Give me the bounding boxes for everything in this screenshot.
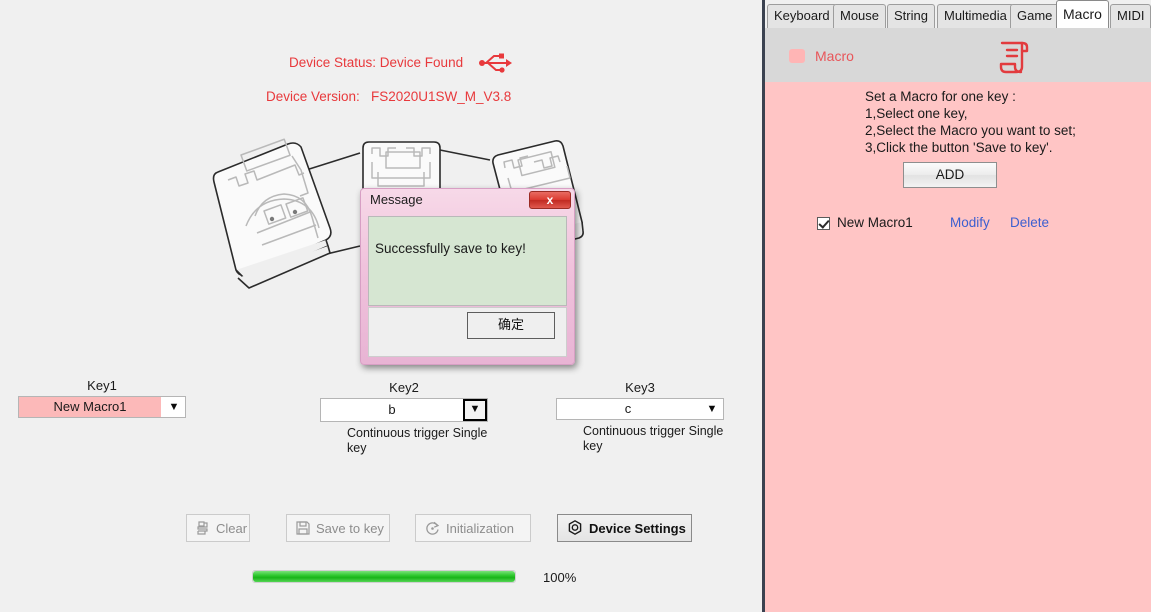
bottom-toolbar: Clear Save to key Initialization Device … <box>186 512 706 544</box>
key-group-1: Key1 New Macro1 ▼ <box>18 378 186 418</box>
chevron-down-icon[interactable]: ▼ <box>163 397 185 417</box>
key1-dropdown[interactable]: New Macro1 ▼ <box>18 396 186 418</box>
progress-bar-fill <box>253 571 515 582</box>
device-settings-button-label: Device Settings <box>589 520 686 536</box>
tab-macro[interactable]: Macro <box>1056 0 1109 28</box>
tab-multimedia[interactable]: Multimedia <box>937 4 1014 28</box>
dialog-message-text: Successfully save to key! <box>375 241 526 256</box>
scroll-document-icon <box>999 41 1029 74</box>
save-to-key-button-label: Save to key <box>316 520 384 536</box>
macro-list-item: New Macro1 Modify Delete <box>817 215 1137 235</box>
clear-button-label: Clear <box>216 520 248 536</box>
progress-percent-label: 100% <box>543 570 577 585</box>
main-panel: Device Status: Device Found Device Versi… <box>0 0 762 612</box>
tab-keyboard[interactable]: Keyboard <box>767 4 837 28</box>
modify-link[interactable]: Modify <box>950 215 990 230</box>
key-group-3: Key3 c ▼ Continuous trigger Single key <box>556 380 724 454</box>
device-version-value: FS2020U1SW_M_V3.8 <box>371 89 512 104</box>
clear-button[interactable]: Clear <box>186 514 250 542</box>
add-button[interactable]: ADD <box>903 162 997 188</box>
key2-dropdown[interactable]: b ▼ <box>320 398 488 422</box>
message-dialog: Message x Successfully save to key! 确定 <box>360 188 575 365</box>
progress-bar <box>252 570 516 583</box>
key2-label: Key2 <box>389 380 419 395</box>
gear-nut-icon <box>568 520 582 535</box>
key2-note: Continuous trigger Single key <box>347 426 488 455</box>
device-settings-button[interactable]: Device Settings <box>557 514 692 542</box>
key3-label: Key3 <box>625 380 655 395</box>
macro-name-label: New Macro1 <box>837 215 913 230</box>
brush-icon <box>197 521 208 535</box>
delete-link[interactable]: Delete <box>1010 215 1049 230</box>
refresh-icon <box>426 521 440 535</box>
key1-label: Key1 <box>87 378 117 393</box>
usb-icon <box>479 53 512 73</box>
floppy-disk-icon <box>296 521 310 535</box>
tab-game[interactable]: Game <box>1010 4 1060 28</box>
tab-string[interactable]: String <box>887 4 935 28</box>
key3-value: c <box>624 401 632 416</box>
panel-header: Macro <box>765 28 1151 82</box>
initialization-button[interactable]: Initialization <box>415 514 531 542</box>
key3-dropdown[interactable]: c ▼ <box>556 398 724 420</box>
save-to-key-button[interactable]: Save to key <box>286 514 390 542</box>
chevron-down-icon[interactable]: ▼ <box>701 399 723 419</box>
device-version-label: Device Version: <box>266 89 360 104</box>
key3-note: Continuous trigger Single key <box>583 424 724 453</box>
right-panel: Keyboard Mouse String Multimedia Game Ma… <box>765 0 1151 612</box>
key1-value: New Macro1 <box>19 397 161 417</box>
key-group-2: Key2 b ▼ Continuous trigger Single key <box>320 380 488 456</box>
chevron-down-icon[interactable]: ▼ <box>463 399 487 421</box>
dialog-titlebar[interactable]: Message x <box>360 188 575 214</box>
tab-strip: Keyboard Mouse String Multimedia Game Ma… <box>765 0 1151 29</box>
device-status-text: Device Status: Device Found <box>289 55 464 70</box>
panel-header-title: Macro <box>815 48 854 64</box>
dialog-title: Message <box>370 192 423 207</box>
close-icon[interactable]: x <box>529 191 571 209</box>
tab-midi[interactable]: MIDI <box>1110 4 1151 28</box>
instructions-text: Set a Macro for one key : 1,Select one k… <box>865 89 1076 155</box>
tab-mouse[interactable]: Mouse <box>833 4 887 28</box>
key2-value: b <box>388 402 396 417</box>
initialization-button-label: Initialization <box>446 520 514 536</box>
dialog-ok-button[interactable]: 确定 <box>467 312 555 339</box>
dialog-body <box>368 216 567 306</box>
macro-swatch-icon <box>789 49 805 63</box>
macro-checkbox[interactable] <box>817 217 830 230</box>
